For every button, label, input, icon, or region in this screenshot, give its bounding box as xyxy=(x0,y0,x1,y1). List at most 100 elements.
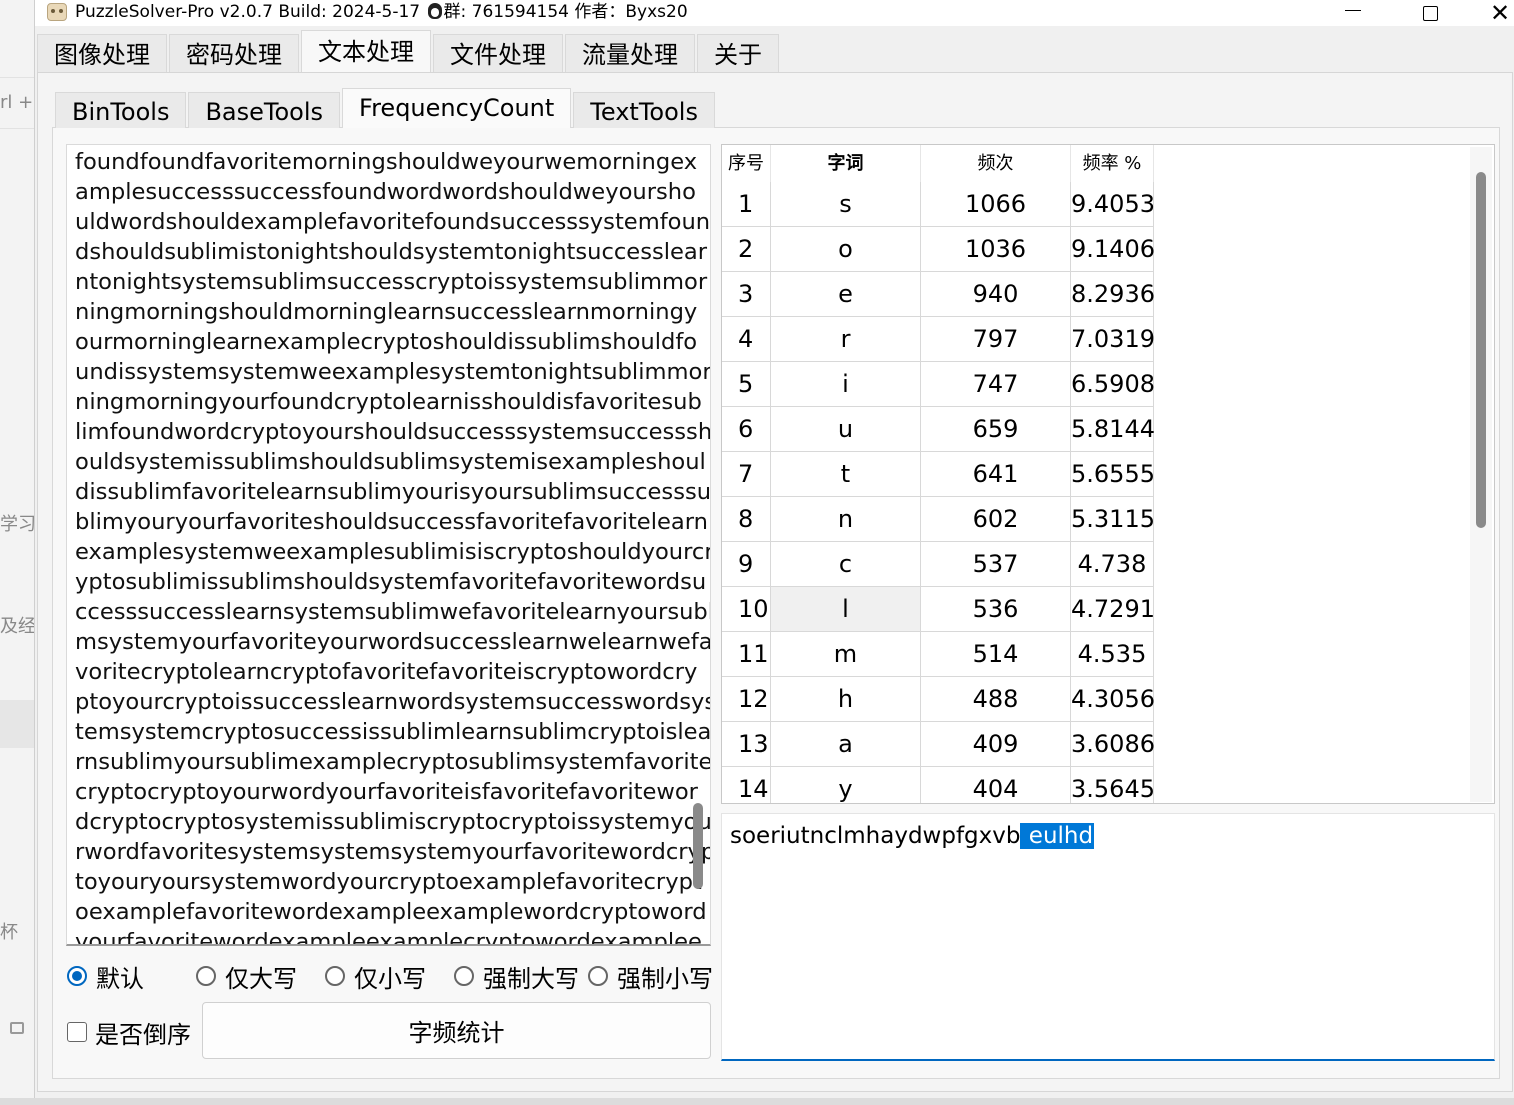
tab-texttools[interactable]: TextTools xyxy=(573,92,715,128)
cell-index[interactable]: 10 xyxy=(722,587,771,632)
cell-frequency[interactable]: 4.535 xyxy=(1071,632,1154,677)
cell-frequency[interactable]: 3.6086 xyxy=(1071,722,1155,767)
input-scrollbar-thumb[interactable] xyxy=(693,803,703,889)
output-textarea[interactable]: soeriutnclmhaydwpfgxvb eulhd xyxy=(721,813,1495,1061)
table-row[interactable]: 9 c 537 4.738 xyxy=(722,542,1154,587)
cell-frequency[interactable]: 4.738 xyxy=(1071,542,1154,587)
cell-frequency[interactable]: 9.1406 xyxy=(1071,227,1155,272)
tab-traffic-processing[interactable]: 流量处理 xyxy=(565,34,695,72)
radio-lower-only[interactable]: 仅小写 xyxy=(325,962,426,993)
cell-index[interactable]: 6 xyxy=(722,407,771,452)
table-row[interactable]: 5 i 747 6.5908 xyxy=(722,362,1155,407)
tab-file-processing[interactable]: 文件处理 xyxy=(433,34,563,72)
cell-count[interactable]: 659 xyxy=(921,407,1071,452)
cell-frequency[interactable]: 7.0319 xyxy=(1071,317,1155,362)
cell-count[interactable]: 602 xyxy=(921,497,1071,542)
table-row[interactable]: 10 l 536 4.7291 xyxy=(722,587,1155,632)
cell-word[interactable]: s xyxy=(771,182,921,227)
tab-frequencycount[interactable]: FrequencyCount xyxy=(342,88,572,128)
radio-default[interactable]: 默认 xyxy=(67,962,144,993)
tab-crypto-processing[interactable]: 密码处理 xyxy=(169,34,299,72)
cell-index[interactable]: 7 xyxy=(722,452,771,497)
cell-index[interactable]: 14 xyxy=(722,767,771,803)
cell-count[interactable]: 641 xyxy=(921,452,1071,497)
cell-index[interactable]: 9 xyxy=(722,542,771,587)
cell-word[interactable]: l xyxy=(771,587,921,632)
table-row[interactable]: 3 e 940 8.2936 xyxy=(722,272,1155,317)
input-textarea[interactable]: foundfoundfavoritemorningshouldweyourwem… xyxy=(66,144,711,946)
radio-force-lower[interactable]: 强制小写 xyxy=(588,962,713,993)
cell-index[interactable]: 8 xyxy=(722,497,771,542)
cell-index[interactable]: 5 xyxy=(722,362,771,407)
cell-index[interactable]: 3 xyxy=(722,272,771,317)
cell-count[interactable]: 797 xyxy=(921,317,1071,362)
cell-index[interactable]: 12 xyxy=(722,677,771,722)
header-frequency[interactable]: 频率 % xyxy=(1071,145,1154,182)
header-count[interactable]: 频次 xyxy=(921,145,1071,182)
cell-count[interactable]: 747 xyxy=(921,362,1071,407)
table-row[interactable]: 14 y 404 3.5645 xyxy=(722,767,1155,803)
table-row[interactable]: 8 n 602 5.3115 xyxy=(722,497,1155,542)
cell-word[interactable]: n xyxy=(771,497,921,542)
cell-count[interactable]: 536 xyxy=(921,587,1071,632)
input-line: limfoundwordcryptoyourshouldsuccesssyste… xyxy=(75,419,711,445)
header-word[interactable]: 字词 xyxy=(771,145,921,182)
table-row[interactable]: 4 r 797 7.0319 xyxy=(722,317,1155,362)
cell-index[interactable]: 1 xyxy=(722,182,771,227)
cell-frequency[interactable]: 4.3056 xyxy=(1071,677,1155,722)
table-row[interactable]: 13 a 409 3.6086 xyxy=(722,722,1155,767)
cell-frequency[interactable]: 5.3115 xyxy=(1071,497,1155,542)
cell-word[interactable]: a xyxy=(771,722,921,767)
cell-count[interactable]: 409 xyxy=(921,722,1071,767)
cell-frequency[interactable]: 6.5908 xyxy=(1071,362,1155,407)
close-button[interactable]: ✕ xyxy=(1477,0,1514,26)
maximize-button[interactable] xyxy=(1407,0,1453,26)
cell-count[interactable]: 1066 xyxy=(921,182,1071,227)
header-index[interactable]: 序号 xyxy=(722,145,771,182)
cell-word[interactable]: h xyxy=(771,677,921,722)
table-row[interactable]: 7 t 641 5.6555 xyxy=(722,452,1155,497)
cell-word[interactable]: e xyxy=(771,272,921,317)
cell-word[interactable]: i xyxy=(771,362,921,407)
cell-count[interactable]: 537 xyxy=(921,542,1071,587)
table-row[interactable]: 1 s 1066 9.4053 xyxy=(722,182,1155,227)
table-row[interactable]: 12 h 488 4.3056 xyxy=(722,677,1155,722)
cell-frequency[interactable]: 3.5645 xyxy=(1071,767,1155,803)
cell-index[interactable]: 11 xyxy=(722,632,771,677)
radio-upper-only[interactable]: 仅大写 xyxy=(196,962,297,993)
cell-word[interactable]: t xyxy=(771,452,921,497)
tab-text-processing[interactable]: 文本处理 xyxy=(301,30,431,72)
cell-frequency[interactable]: 5.6555 xyxy=(1071,452,1155,497)
table-scrollbar-thumb[interactable] xyxy=(1476,172,1486,528)
minimize-button[interactable] xyxy=(1330,0,1376,26)
cell-index[interactable]: 4 xyxy=(722,317,771,362)
tab-bintools[interactable]: BinTools xyxy=(55,92,187,128)
cell-frequency[interactable]: 9.4053 xyxy=(1071,182,1155,227)
tab-basetools[interactable]: BaseTools xyxy=(188,92,341,128)
cell-word[interactable]: c xyxy=(771,542,921,587)
cell-word[interactable]: o xyxy=(771,227,921,272)
cell-count[interactable]: 404 xyxy=(921,767,1071,803)
cell-word[interactable]: m xyxy=(771,632,921,677)
cell-word[interactable]: r xyxy=(771,317,921,362)
cell-count[interactable]: 488 xyxy=(921,677,1071,722)
cell-index[interactable]: 2 xyxy=(722,227,771,272)
cell-count[interactable]: 514 xyxy=(921,632,1071,677)
table-row[interactable]: 2 o 1036 9.1406 xyxy=(722,227,1155,272)
cell-word[interactable]: y xyxy=(771,767,921,803)
cell-index[interactable]: 13 xyxy=(722,722,771,767)
cell-frequency[interactable]: 4.7291 xyxy=(1071,587,1155,632)
radio-force-upper[interactable]: 强制大写 xyxy=(454,962,579,993)
tab-about[interactable]: 关于 xyxy=(697,34,779,72)
table-row[interactable]: 6 u 659 5.8144 xyxy=(722,407,1155,452)
reverse-checkbox[interactable]: 是否倒序 xyxy=(67,1018,191,1049)
cell-count[interactable]: 1036 xyxy=(921,227,1071,272)
tab-image-processing[interactable]: 图像处理 xyxy=(37,34,167,72)
count-button[interactable]: 字频统计 xyxy=(202,1002,711,1059)
cell-frequency[interactable]: 5.8144 xyxy=(1071,407,1155,452)
cell-count[interactable]: 940 xyxy=(921,272,1071,317)
sub-tab-bar: BinTools BaseTools FrequencyCount TextTo… xyxy=(55,88,717,128)
table-row[interactable]: 11 m 514 4.535 xyxy=(722,632,1154,677)
cell-word[interactable]: u xyxy=(771,407,921,452)
cell-frequency[interactable]: 8.2936 xyxy=(1071,272,1155,317)
